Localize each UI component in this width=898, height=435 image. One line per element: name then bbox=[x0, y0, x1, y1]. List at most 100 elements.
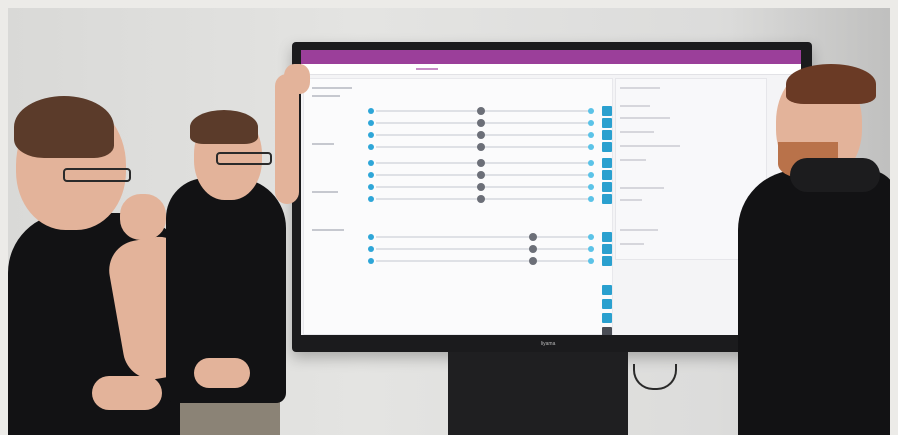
slider-row[interactable] bbox=[366, 257, 600, 265]
row-status-dot bbox=[588, 160, 594, 166]
person-middle-glasses bbox=[216, 152, 272, 165]
person-right-headphones bbox=[790, 158, 880, 192]
row-toggle-dot[interactable] bbox=[368, 160, 374, 166]
row-action-button[interactable] bbox=[602, 182, 612, 192]
person-middle-hip-hand bbox=[194, 358, 250, 388]
row-status-dot bbox=[588, 184, 594, 190]
row-action-button[interactable] bbox=[602, 130, 612, 140]
side-panel-line bbox=[620, 159, 646, 161]
row-status-dot bbox=[588, 132, 594, 138]
slider-row[interactable] bbox=[366, 131, 600, 139]
row-action-button[interactable] bbox=[602, 244, 612, 254]
row-toggle-dot[interactable] bbox=[368, 120, 374, 126]
side-panel-line bbox=[620, 187, 664, 189]
slider-row[interactable] bbox=[366, 119, 600, 127]
slider-row[interactable] bbox=[366, 107, 600, 115]
photo-frame: Iiyama bbox=[0, 0, 898, 435]
row-action-button[interactable] bbox=[602, 170, 612, 180]
slider-knob[interactable] bbox=[528, 245, 537, 253]
row-status-dot bbox=[588, 144, 594, 150]
panel-button[interactable] bbox=[602, 299, 612, 309]
person-middle-hair bbox=[190, 110, 258, 144]
app-title-bar bbox=[301, 50, 801, 64]
row-toggle-dot[interactable] bbox=[368, 172, 374, 178]
row-status-dot bbox=[588, 172, 594, 178]
row-toggle-dot[interactable] bbox=[368, 108, 374, 114]
slider-row[interactable] bbox=[366, 195, 600, 203]
row-toggle-dot[interactable] bbox=[368, 246, 374, 252]
slider-track[interactable] bbox=[376, 236, 594, 238]
slider-row[interactable] bbox=[366, 171, 600, 179]
person-left-glasses bbox=[63, 168, 131, 182]
slider-knob[interactable] bbox=[476, 131, 485, 139]
slider-track[interactable] bbox=[376, 122, 594, 124]
display-cable bbox=[633, 364, 677, 390]
active-tab-indicator bbox=[416, 68, 438, 70]
row-action-button[interactable] bbox=[602, 158, 612, 168]
slider-track[interactable] bbox=[376, 260, 594, 262]
slider-track[interactable] bbox=[376, 134, 594, 136]
person-left-hand bbox=[92, 376, 162, 410]
row-action-button[interactable] bbox=[602, 194, 612, 204]
row-action-button[interactable] bbox=[602, 118, 612, 128]
slider-knob[interactable] bbox=[528, 233, 537, 241]
slider-knob[interactable] bbox=[476, 107, 485, 115]
slider-knob[interactable] bbox=[476, 143, 485, 151]
row-action-button[interactable] bbox=[602, 232, 612, 242]
row-action-button[interactable] bbox=[602, 106, 612, 116]
slider-track[interactable] bbox=[376, 146, 594, 148]
slider-row[interactable] bbox=[366, 245, 600, 253]
slider-knob[interactable] bbox=[476, 195, 485, 203]
slider-track[interactable] bbox=[376, 162, 594, 164]
slider-knob[interactable] bbox=[528, 257, 537, 265]
row-toggle-dot[interactable] bbox=[368, 258, 374, 264]
person-middle-hand bbox=[284, 64, 310, 94]
person-left-chin-hand bbox=[120, 194, 166, 240]
row-toggle-dot[interactable] bbox=[368, 196, 374, 202]
side-panel-line bbox=[620, 199, 642, 201]
slider-track[interactable] bbox=[376, 248, 594, 250]
section-label bbox=[312, 95, 340, 97]
slider-knob[interactable] bbox=[476, 171, 485, 179]
side-panel-line bbox=[620, 243, 644, 245]
section-label bbox=[312, 229, 344, 231]
row-action-button[interactable] bbox=[602, 142, 612, 152]
row-toggle-dot[interactable] bbox=[368, 234, 374, 240]
person-right-torso bbox=[738, 170, 890, 435]
slider-row[interactable] bbox=[366, 159, 600, 167]
row-status-dot bbox=[588, 120, 594, 126]
slider-track[interactable] bbox=[376, 186, 594, 188]
slider-track[interactable] bbox=[376, 110, 594, 112]
panel-button[interactable] bbox=[602, 313, 612, 323]
slider-row[interactable] bbox=[366, 183, 600, 191]
section-label bbox=[312, 191, 338, 193]
slider-track[interactable] bbox=[376, 174, 594, 176]
row-toggle-dot[interactable] bbox=[368, 184, 374, 190]
office-photo: Iiyama bbox=[8, 8, 890, 435]
section-label bbox=[312, 143, 334, 145]
control-panel bbox=[303, 78, 613, 335]
display-stand bbox=[448, 352, 628, 435]
person-left-hair bbox=[14, 96, 114, 158]
row-status-dot bbox=[588, 246, 594, 252]
section-label bbox=[312, 87, 352, 89]
slider-knob[interactable] bbox=[476, 119, 485, 127]
slider-row[interactable] bbox=[366, 143, 600, 151]
row-action-button[interactable] bbox=[602, 256, 612, 266]
panel-button-dark[interactable] bbox=[602, 327, 612, 335]
slider-row[interactable] bbox=[366, 233, 600, 241]
slider-knob[interactable] bbox=[476, 159, 485, 167]
row-status-dot bbox=[588, 258, 594, 264]
row-status-dot bbox=[588, 234, 594, 240]
row-toggle-dot[interactable] bbox=[368, 144, 374, 150]
panel-button[interactable] bbox=[602, 285, 612, 295]
side-panel-line bbox=[620, 131, 654, 133]
display-screen bbox=[301, 50, 801, 335]
side-panel-line bbox=[620, 229, 658, 231]
row-toggle-dot[interactable] bbox=[368, 132, 374, 138]
interactive-display: Iiyama bbox=[292, 42, 812, 352]
slider-knob[interactable] bbox=[476, 183, 485, 191]
person-right-hair bbox=[786, 64, 876, 104]
slider-track[interactable] bbox=[376, 198, 594, 200]
side-panel-line bbox=[620, 117, 670, 119]
